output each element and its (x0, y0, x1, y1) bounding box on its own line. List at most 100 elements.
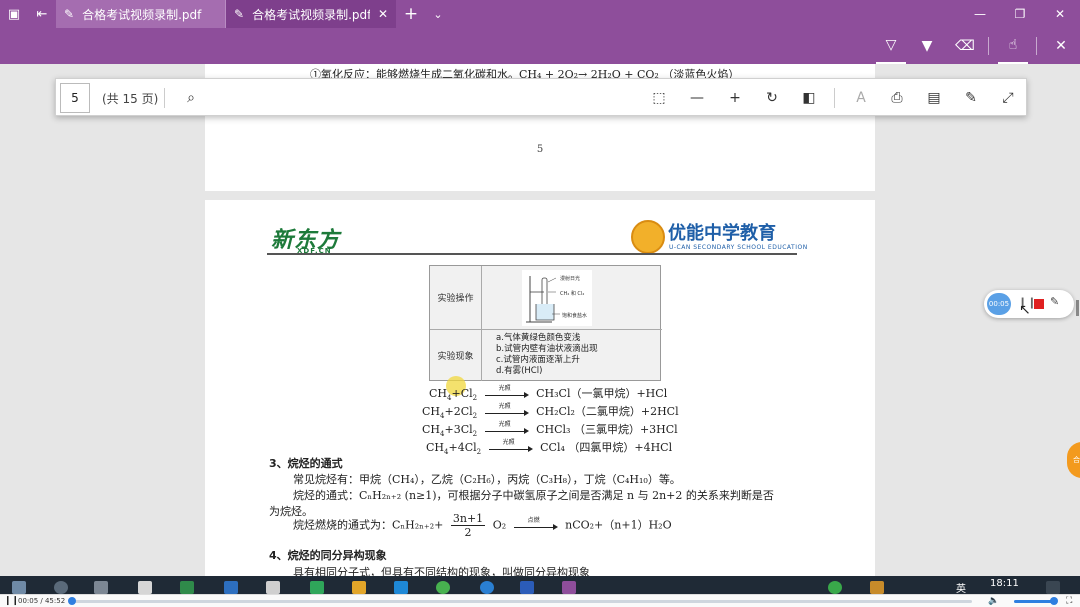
section-4-line-1: 具有相同分子式，但具有不同结构的现象，叫做同分异构现象 (293, 566, 590, 576)
minimize-icon[interactable]: — (960, 0, 1000, 28)
read-aloud-icon[interactable]: A (846, 79, 876, 117)
stop-recording-icon[interactable] (1034, 299, 1044, 309)
save-icon[interactable]: ▤ (919, 79, 949, 117)
taskbar-app-icon[interactable] (310, 581, 324, 594)
tray-app-icon[interactable] (828, 581, 842, 594)
fit-page-icon[interactable]: ⬚ (644, 79, 674, 117)
observation-item: c.试管内液面逐渐上升 (496, 355, 580, 365)
chevron-down-icon[interactable]: ⌄ (426, 0, 450, 28)
reaction-arrow-icon: 光照 (488, 439, 533, 453)
substitution-equation-4: CH4+4Cl2 光照 CCl₄ （四氯甲烷）+4HCl (426, 439, 673, 457)
pause-icon[interactable]: ❙❙ (4, 595, 19, 607)
tab-bar: ▣ ⇤ ✎ 合格考试视频录制.pdf ✎ 合格考试视频录制.pdf ✕ + ⌄ … (0, 0, 1080, 28)
header-rule (267, 253, 797, 255)
word-icon[interactable] (520, 581, 534, 594)
set-aside-tabs-icon[interactable]: ⇤ (28, 0, 56, 28)
section-3-line-1: 常见烷烃有：甲烷（CH₄），乙烷（C₂H₆），丙烷（C₃H₈），丁烷（C₄H₁₀… (293, 473, 681, 486)
mouse-cursor-icon: ↖ (1019, 302, 1031, 318)
taskbar-app-icon[interactable] (138, 581, 152, 594)
fraction: 3n+1 2 (450, 512, 486, 539)
recording-timer: 00:05 (987, 293, 1011, 315)
fullscreen-icon[interactable]: ⤢ (993, 79, 1023, 117)
observations-list: a.气体黄绿色颜色变浅 b.试管内壁有油状液滴出现 c.试管内液面逐渐上升 d.… (496, 333, 598, 377)
start-icon[interactable] (12, 581, 26, 594)
pdf-app-icon[interactable] (562, 581, 576, 594)
seek-handle[interactable] (67, 597, 76, 605)
toolbar-divider (834, 88, 835, 108)
tab-pdf-2[interactable]: ✎ 合格考试视频录制.pdf ✕ (226, 0, 396, 28)
taskbar-search-icon[interactable] (54, 581, 68, 594)
close-tab-icon[interactable]: ✕ (378, 7, 388, 21)
zoom-out-icon[interactable]: — (682, 79, 712, 117)
taskbar-app-icon[interactable] (266, 581, 280, 594)
ballpoint-pen-icon[interactable]: ▽ (876, 28, 906, 64)
combustion-equation: 烷烃燃烧的通式为：CₙH₂ₙ₊₂+ 3n+1 2 O₂ 点燃 nCO₂+（n+1）… (293, 512, 672, 539)
ink-toolbar: ▽ ▼ ⌫ ☝ ✕ (0, 28, 1080, 64)
pen-document-icon: ✎ (64, 7, 75, 21)
taskbar-app-icon[interactable] (480, 581, 494, 594)
section-4-heading: 4、烷烃的同分异构现象 (269, 549, 387, 562)
page-number-input[interactable]: 5 (60, 83, 90, 113)
apparatus-label: 漫射日光 (560, 276, 581, 282)
tab-actions-icon[interactable]: ▣ (0, 0, 28, 28)
ucan-logo-sub: U-CAN SECONDARY SCHOOL EDUCATION (669, 244, 808, 251)
wechat-icon[interactable] (436, 581, 450, 594)
new-tab-button[interactable]: + (396, 0, 426, 28)
substitution-equation-3: CH4+3Cl2 光照 CHCl₃ （三氯甲烷）+3HCl (422, 421, 678, 439)
highlighter-icon[interactable]: ▼ (912, 28, 942, 64)
close-ink-icon[interactable]: ✕ (1046, 28, 1076, 64)
experiment-table: 实验操作 实验现象 漫射日光 CH₄ 和 Cl₂ 饱和食盐水 a.气体黄绿色颜色… (429, 265, 662, 381)
page-view-icon[interactable]: ◧ (794, 79, 824, 117)
pdf-toolbar: 5 (共 15 页) ⌕ ⬚ — + ↻ ◧ A ⎙ ▤ ✎ ⤢ (55, 78, 1027, 116)
rotate-icon[interactable]: ↻ (757, 79, 787, 117)
observation-item: d.有雾(HCl) (496, 366, 543, 376)
pen-document-icon: ✎ (234, 7, 245, 21)
save-as-icon[interactable]: ✎ (956, 79, 986, 117)
input-language[interactable]: 英 (956, 580, 966, 594)
taskbar-folder-icon[interactable] (352, 581, 366, 594)
touch-writing-icon[interactable]: ☝ (998, 28, 1028, 64)
page-total: (共 15 页) (102, 91, 159, 106)
taskbar-clock[interactable]: 18:11 (990, 578, 1019, 589)
tab-label: 合格考试视频录制.pdf (252, 7, 370, 22)
tab-pdf-1[interactable]: ✎ 合格考试视频录制.pdf (56, 0, 226, 28)
pdf-page-6: 新东方 XDF.CN 优能中学教育 U-CAN SECONDARY SCHOOL… (205, 200, 875, 576)
operation-label: 实验操作 (430, 266, 482, 329)
task-view-icon[interactable] (94, 581, 108, 594)
toolbar-divider (164, 88, 165, 108)
volume-handle[interactable] (1050, 597, 1058, 605)
substitution-equation-1: CH4+Cl2 光照 CH₃Cl（一氯甲烷）+HCl (429, 385, 668, 403)
substitution-equation-2: CH4+2Cl2 光照 CH₂Cl₂（二氯甲烷）+2HCl (422, 403, 679, 421)
eraser-icon[interactable]: ⌫ (950, 28, 980, 64)
ucan-logo: 优能中学教育 (668, 223, 776, 244)
volume-icon[interactable]: 🔈 (988, 595, 999, 607)
pdf-viewport[interactable]: ①氧化反应：能够燃烧生成二氧化碳和水。CH₄ + 2O₂→ 2H₂O + CO₂… (0, 64, 1080, 576)
search-icon[interactable]: ⌕ (176, 79, 206, 117)
seek-bar[interactable] (67, 597, 972, 605)
observation-item: b.试管内壁有油状液滴出现 (496, 344, 598, 354)
tray-app-icon[interactable] (870, 581, 884, 594)
toolbar-divider (1036, 37, 1037, 55)
section-3-heading: 3、烷烃的通式 (269, 457, 343, 470)
close-window-icon[interactable]: ✕ (1040, 0, 1080, 28)
notification-icon[interactable] (1046, 581, 1060, 594)
toolbar-divider (988, 37, 989, 55)
taskbar-app-icon[interactable] (394, 581, 408, 594)
reaction-arrow-icon: 点燃 (513, 517, 558, 531)
reaction-arrow-icon: 光照 (484, 385, 529, 399)
apparatus-label: 饱和食盐水 (562, 313, 588, 319)
reaction-arrow-icon: 光照 (484, 421, 529, 435)
taskbar-app-icon[interactable] (224, 581, 238, 594)
restore-icon[interactable]: ❐ (1000, 0, 1040, 28)
apparatus-label: CH₄ 和 Cl₂ (560, 291, 585, 297)
fullscreen-player-icon[interactable]: ⛶ (1066, 595, 1072, 607)
scrollbar-thumb[interactable] (1076, 300, 1079, 316)
page-number: 5 (536, 144, 544, 155)
window-controls: — ❐ ✕ (960, 0, 1080, 28)
annotate-pen-icon[interactable]: ✎ (1050, 295, 1059, 308)
zoom-in-icon[interactable]: + (720, 79, 750, 117)
video-player-bar: ❙❙ 00:05 / 45:52 🔈 ⛶ (0, 594, 1080, 607)
taskbar-app-icon[interactable] (180, 581, 194, 594)
phenomenon-label: 实验现象 (430, 329, 482, 381)
print-icon[interactable]: ⎙ (882, 79, 912, 117)
